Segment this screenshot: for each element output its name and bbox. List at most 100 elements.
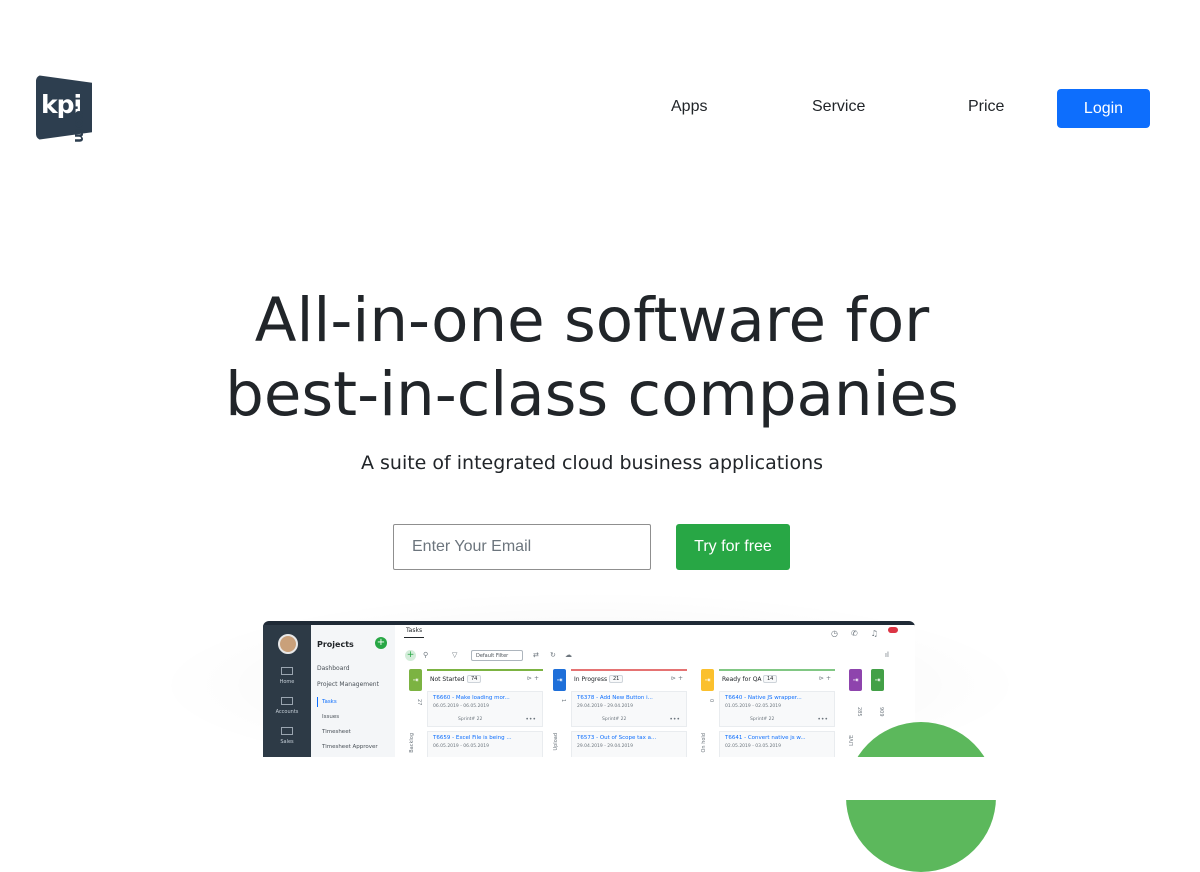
- hero-subtitle: A suite of integrated cloud business app…: [360, 452, 824, 474]
- column-side-name: On hold: [701, 733, 707, 753]
- task-dates: 01.05.2019 - 02.05.2019: [725, 704, 782, 709]
- menu-project-management: Project Management: [317, 681, 379, 688]
- more-icon: •••: [669, 716, 680, 723]
- task-dates: 29.04.2019 - 29.04.2019: [577, 744, 634, 749]
- accounts-icon: [281, 697, 293, 705]
- task-title: T6641 - Convert native js w...: [725, 735, 806, 741]
- add-task-icon: +: [405, 650, 416, 661]
- column-side-count: 27: [416, 699, 422, 706]
- sales-icon: [281, 727, 293, 735]
- home-icon: [281, 667, 293, 675]
- projects-panel: Projects + Dashboard Project Management …: [311, 625, 395, 757]
- menu-timesheet-approver: Timesheet Approver: [322, 744, 378, 750]
- task-dates: 02.05.2019 - 03.05.2019: [725, 744, 782, 749]
- search-icon: ⚲: [423, 651, 429, 659]
- column-count: 74: [467, 675, 482, 683]
- refresh-icon: ↻: [550, 651, 556, 659]
- page-bottom: [0, 757, 1200, 800]
- tab-tasks: Tasks: [404, 627, 425, 638]
- task-card: T6660 - Make loading mor... 06.05.2019 -…: [427, 691, 543, 727]
- chart-icon: ıl: [885, 651, 889, 659]
- board-column-ready-for-qa: ⇥ 0 On hold Ready for QA 14 ⊳ + T6640 - …: [701, 669, 841, 757]
- task-title: T6378 - Add New Button i...: [577, 695, 653, 701]
- preview-sidebar: Home Accounts Sales: [263, 625, 311, 757]
- collapse-icon: ⇥: [701, 669, 714, 691]
- column-actions-icon: ⊳ +: [527, 675, 539, 682]
- task-sprint: Sprint# 22: [750, 717, 775, 722]
- column-title: Not Started: [430, 676, 465, 683]
- column-header: Ready for QA 14 ⊳ +: [719, 669, 835, 687]
- task-title: T6659 - Excel File is being ...: [433, 735, 512, 741]
- try-for-free-button[interactable]: Try for free: [676, 524, 790, 570]
- column-title: Ready for QA: [722, 676, 762, 683]
- bell-icon: ♫: [870, 629, 878, 638]
- board-column-in-progress: ⇥ 1 Upload In Progress 21 ⊳ + T6378 - Ad…: [553, 669, 693, 757]
- menu-timesheet: Timesheet: [322, 729, 351, 735]
- task-card: T6573 - Out of Scope tax a... 29.04.2019…: [571, 731, 687, 757]
- column-count: 14: [763, 675, 778, 683]
- login-button[interactable]: Login: [1057, 89, 1150, 128]
- hero-title-line-2: best-in-class companies: [225, 359, 959, 430]
- hero-title-line-1: All-in-one software for: [254, 285, 930, 356]
- task-card: T6378 - Add New Button i... 29.04.2019 -…: [571, 691, 687, 727]
- avatar: [278, 634, 298, 654]
- task-title: T6640 - Native JS wrapper...: [725, 695, 802, 701]
- menu-dashboard: Dashboard: [317, 665, 350, 672]
- projects-title: Projects: [317, 640, 354, 649]
- column-side-name: Backlog: [409, 733, 415, 753]
- nav-service-link[interactable]: Service: [812, 98, 865, 116]
- collapsed-column-count: 285: [856, 707, 862, 717]
- sidebar-label-home: Home: [279, 679, 295, 685]
- nav-price-link[interactable]: Price: [968, 98, 1004, 116]
- column-header: In Progress 21 ⊳ +: [571, 669, 687, 687]
- task-card: T6640 - Native JS wrapper... 01.05.2019 …: [719, 691, 835, 727]
- hero-title: All-in-one software for best-in-class co…: [0, 284, 1184, 432]
- swap-icon: ⇄: [533, 651, 539, 659]
- column-title: In Progress: [574, 676, 608, 683]
- task-title: T6573 - Out of Scope tax a...: [577, 735, 657, 741]
- column-count: 21: [609, 675, 624, 683]
- nav-apps-link[interactable]: Apps: [671, 98, 707, 116]
- board-column-not-started: ⇥ 27 Backlog Not Started 74 ⊳ + T6660 - …: [409, 669, 549, 757]
- preview-main: Tasks ◷ ✆ ♫ + ⚲ ▽ Default Filter ⇄ ↻ ☁ ıl …: [395, 625, 915, 757]
- column-header: Not Started 74 ⊳ +: [427, 669, 543, 687]
- task-title: T6660 - Make loading mor...: [433, 695, 510, 701]
- cloud-icon: ☁: [565, 651, 572, 659]
- task-dates: 06.05.2019 - 06.05.2019: [433, 744, 490, 749]
- task-sprint: Sprint# 22: [458, 717, 483, 722]
- task-sprint: Sprint# 22: [602, 717, 627, 722]
- column-actions-icon: ⊳ +: [819, 675, 831, 682]
- preview-top-icons: ◷ ✆ ♫: [831, 629, 891, 638]
- task-card: T6641 - Convert native js w... 02.05.201…: [719, 731, 835, 757]
- clock-icon: ◷: [831, 629, 838, 638]
- collapse-icon: ⇥: [553, 669, 566, 691]
- app-preview-screenshot: Home Accounts Sales Projects + Dashboard…: [263, 621, 915, 757]
- collapsed-column-done: ⇥: [871, 669, 884, 691]
- column-actions-icon: ⊳ +: [671, 675, 683, 682]
- app-preview-window: Home Accounts Sales Projects + Dashboard…: [263, 625, 915, 757]
- column-side-count: 1: [560, 699, 566, 703]
- column-side-count: 0: [708, 699, 714, 703]
- menu-tasks: Tasks: [322, 699, 337, 705]
- logo-suffix: .com: [71, 105, 87, 143]
- email-input[interactable]: [393, 524, 651, 570]
- more-icon: •••: [817, 716, 828, 723]
- task-card: T6659 - Excel File is being ... 06.05.20…: [427, 731, 543, 757]
- collapse-icon: ⇥: [409, 669, 422, 691]
- collapsed-column-count: 909: [878, 707, 884, 717]
- more-icon: •••: [525, 716, 536, 723]
- add-project-icon: +: [375, 637, 387, 649]
- sidebar-label-sales: Sales: [280, 739, 294, 745]
- filter-select: Default Filter: [471, 650, 523, 661]
- sidebar-label-accounts: Accounts: [275, 709, 299, 715]
- filter-icon: ▽: [452, 651, 458, 659]
- collapsed-column-name: LIVE: [849, 735, 855, 746]
- column-side-name: Upload: [553, 733, 559, 751]
- notification-badge: [888, 627, 898, 633]
- task-dates: 06.05.2019 - 06.05.2019: [433, 704, 490, 709]
- menu-issues: Issues: [322, 714, 340, 720]
- kpi-logo[interactable]: kpi .com: [36, 75, 106, 143]
- active-indicator: [317, 697, 318, 707]
- task-dates: 29.04.2019 - 29.04.2019: [577, 704, 634, 709]
- collapsed-column-live: ⇥: [849, 669, 862, 691]
